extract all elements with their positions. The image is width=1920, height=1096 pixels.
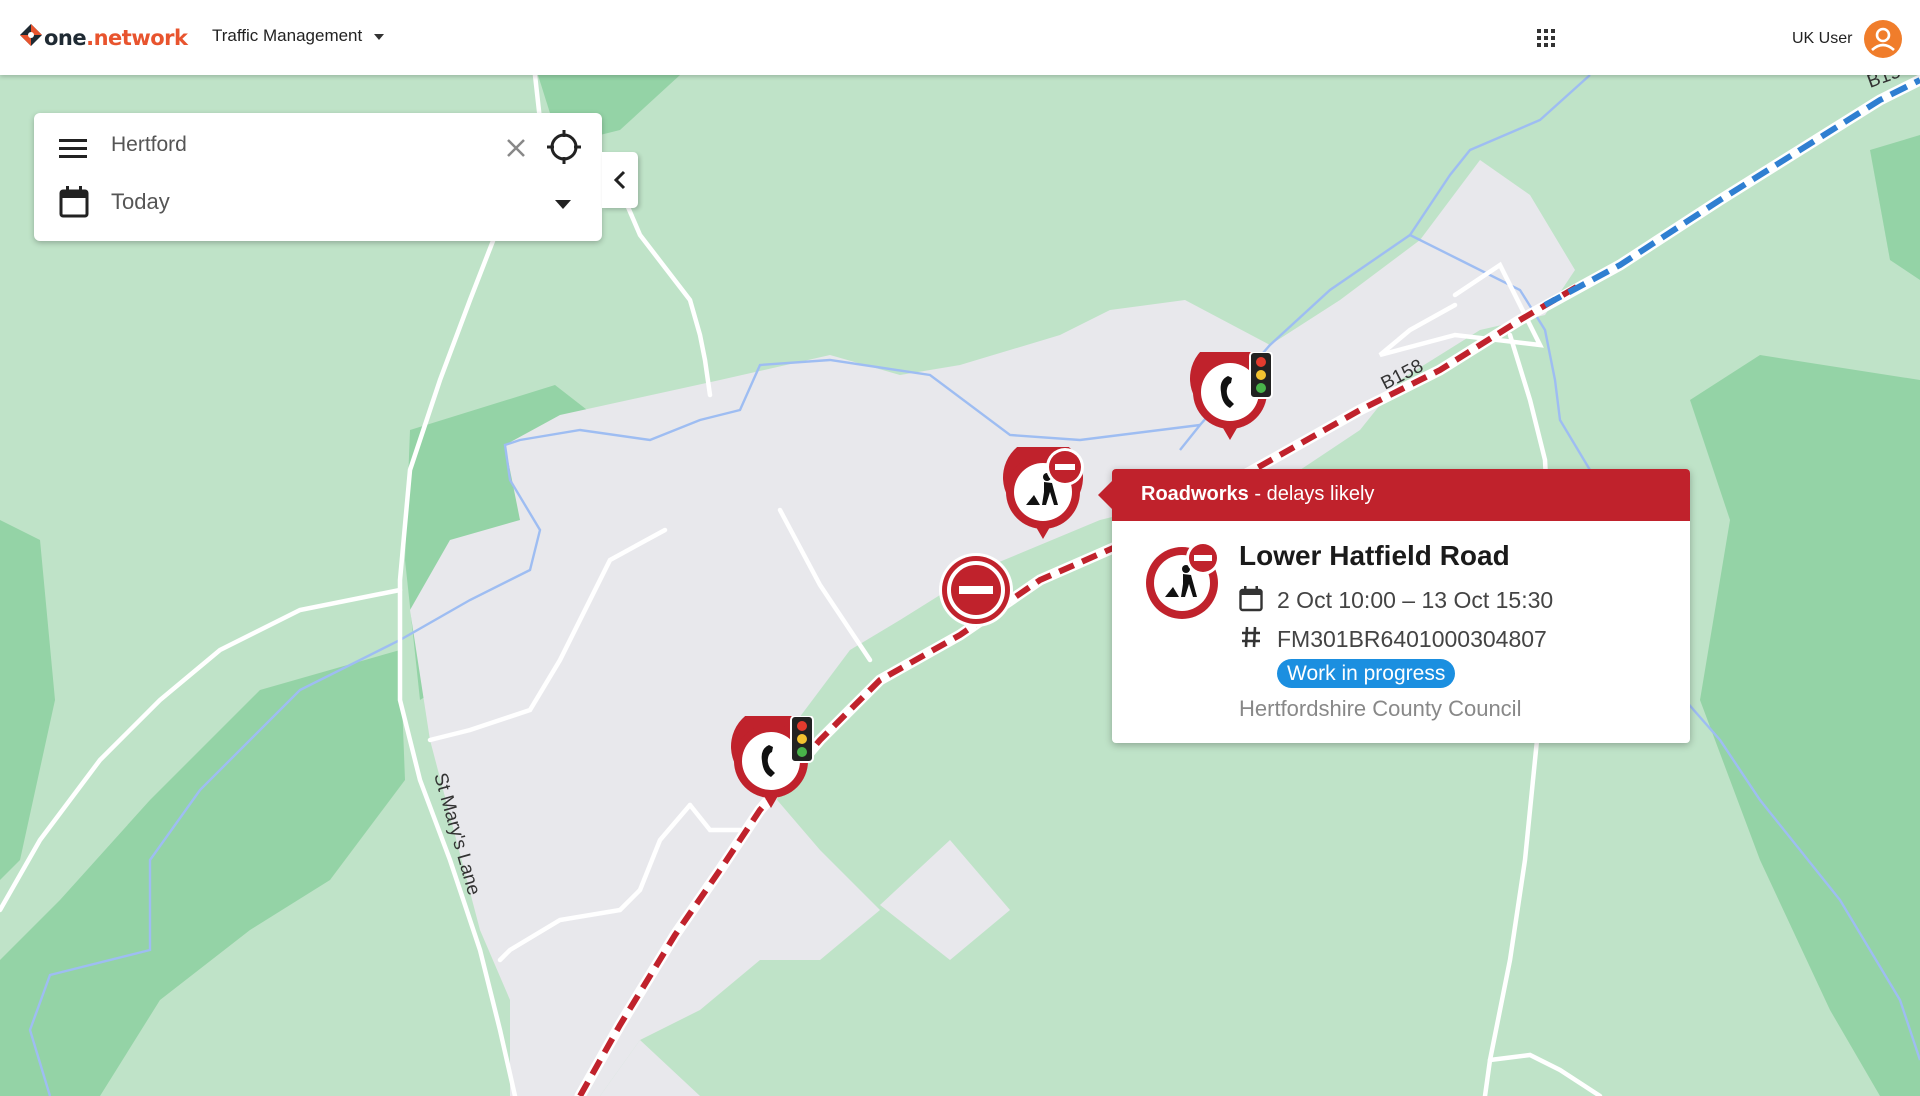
chevron-down-icon[interactable] xyxy=(555,197,571,215)
user-name[interactable]: UK User xyxy=(1792,30,1852,48)
avatar[interactable] xyxy=(1864,20,1902,58)
popup-dates: 2 Oct 10:00 – 13 Oct 15:30 xyxy=(1277,587,1554,613)
locate-icon[interactable] xyxy=(545,128,583,171)
popup-impact: - delays likely xyxy=(1248,483,1375,505)
user-icon xyxy=(1871,27,1895,51)
roadworks-icon xyxy=(1003,437,1084,539)
search-panel: Hertford Today xyxy=(34,113,602,241)
app-menu-dropdown[interactable]: Traffic Management xyxy=(212,26,385,46)
app-menu-label: Traffic Management xyxy=(212,26,363,45)
hash-icon xyxy=(1241,626,1261,653)
popup-category: Roadworks xyxy=(1141,483,1249,505)
chevron-down-icon xyxy=(374,34,385,40)
traffic-signals-icon xyxy=(731,706,814,808)
collapse-panel-button[interactable] xyxy=(602,152,638,208)
top-bar: one .network Traffic Management UK User xyxy=(0,0,1920,75)
chevron-left-icon xyxy=(613,170,626,190)
popup-header-text: Roadworks - delays likely xyxy=(1141,483,1374,506)
incident-popup: Roadworks - delays likely Lower Hatfield… xyxy=(1098,469,1690,743)
logo-text-network: .network xyxy=(86,25,188,50)
status-badge: Work in progress xyxy=(1277,659,1456,688)
popup-header: Roadworks - delays likely xyxy=(1112,469,1690,521)
map-marker-traffic-signals[interactable] xyxy=(726,706,826,816)
map-marker-traffic-signals[interactable] xyxy=(1185,338,1285,447)
calendar-icon xyxy=(59,186,89,223)
popup-title: Lower Hatfield Road xyxy=(1239,540,1510,571)
traffic-signals-icon xyxy=(1190,338,1273,440)
clear-icon[interactable] xyxy=(505,137,527,164)
map-marker-roadworks[interactable] xyxy=(998,437,1098,547)
map-marker-road-closure[interactable] xyxy=(938,552,1014,633)
date-select[interactable]: Today xyxy=(111,189,170,215)
road-closure-icon xyxy=(939,553,1013,627)
popup-arrow xyxy=(1098,481,1112,509)
location-search-input[interactable]: Hertford xyxy=(111,133,187,157)
logo-mark-icon xyxy=(18,22,44,53)
logo[interactable]: one .network xyxy=(18,22,188,53)
logo-text-one: one xyxy=(44,25,87,50)
menu-icon[interactable] xyxy=(59,138,87,165)
popup-organisation: Hertfordshire County Council xyxy=(1239,696,1522,721)
calendar-icon xyxy=(1239,586,1263,617)
popup-reference: FM301BR6401000304807 xyxy=(1277,626,1547,652)
apps-grid-icon[interactable] xyxy=(1536,28,1556,48)
roadworks-icon xyxy=(1144,541,1224,626)
